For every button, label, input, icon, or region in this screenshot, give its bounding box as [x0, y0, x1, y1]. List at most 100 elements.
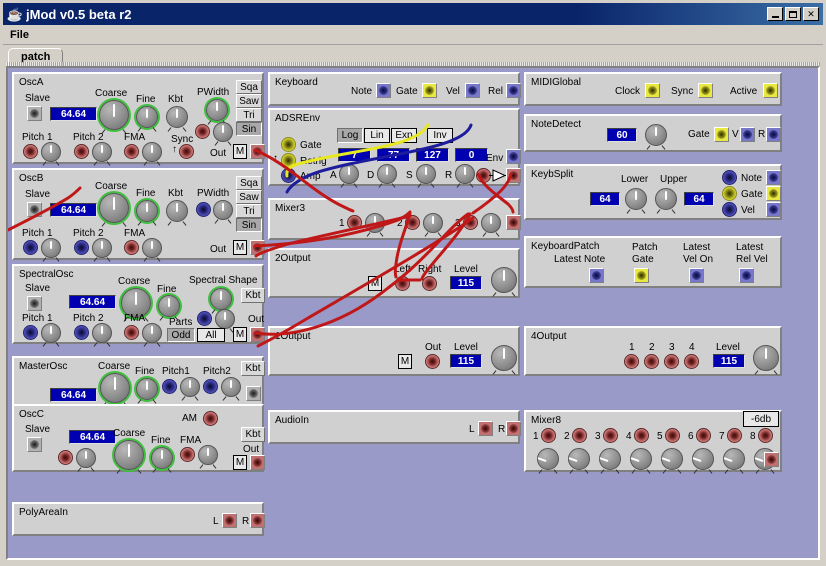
mixer8-ch2-jack[interactable]	[572, 428, 587, 443]
output4-level-knob[interactable]	[753, 345, 779, 375]
adsrEnv-curve-lin[interactable]: Lin	[364, 128, 390, 143]
oscA-out-jack[interactable]	[250, 144, 265, 159]
adsrEnv-sustain-knob[interactable]	[416, 164, 436, 188]
spectralOsc-shape-mod-knob[interactable]	[215, 309, 235, 333]
mixer8-ch8-jack[interactable]	[758, 428, 773, 443]
adsrEnv-decay-knob[interactable]	[377, 164, 397, 188]
module-audioIn[interactable]: AudioIn L R	[268, 410, 521, 444]
mixer8-ch2-knob[interactable]	[568, 448, 590, 474]
output2-right-jack[interactable]	[422, 276, 437, 291]
oscB-fma-jack[interactable]	[124, 240, 139, 255]
keybSplit-note-out-jack[interactable]	[766, 170, 781, 185]
oscA-pwidth-knob[interactable]	[206, 99, 228, 125]
oscB-pwidth-knob[interactable]	[213, 200, 233, 224]
keyboardPatch-latest-vel-on-jack[interactable]	[689, 268, 704, 283]
mixer8-ch5-jack[interactable]	[665, 428, 680, 443]
oscB-pitch2-jack[interactable]	[74, 240, 89, 255]
noteDetect-v-jack[interactable]	[740, 127, 755, 142]
spectralOsc-parts-odd[interactable]: Odd	[167, 328, 195, 342]
keybSplit-lower-knob[interactable]	[625, 188, 647, 214]
oscC-am-jack[interactable]	[203, 411, 218, 426]
adsrEnv-amp-jack[interactable]	[281, 168, 296, 183]
mixer8-ch3-jack[interactable]	[603, 428, 618, 443]
oscB-mono-button[interactable]: M	[233, 240, 247, 255]
spectralOsc-shape-knob[interactable]	[210, 288, 232, 314]
oscA-fma-jack[interactable]	[124, 144, 139, 159]
spectralOsc-mono-button[interactable]: M	[233, 327, 247, 342]
spectralOsc-parts-all[interactable]: All	[197, 328, 225, 342]
oscB-pitch1-knob[interactable]	[41, 238, 61, 262]
adsrEnv-release-knob[interactable]	[455, 164, 475, 188]
masterOsc-pitch2-jack[interactable]	[203, 379, 218, 394]
noteDetect-value-field[interactable]: 60	[607, 128, 637, 142]
mixer8-db-button[interactable]: -6db	[743, 411, 779, 427]
masterOsc-fine-knob[interactable]	[136, 378, 158, 404]
oscA-pitch1-jack[interactable]	[23, 144, 38, 159]
module-spectralOsc[interactable]: SpectralOsc Slave 64.64 Coarse Fine Spec…	[12, 264, 265, 347]
adsrEnv-attack-value[interactable]: 7	[338, 148, 371, 162]
spectralOsc-fma-knob[interactable]	[142, 323, 162, 347]
menu-item-file[interactable]: File	[3, 27, 36, 43]
module-mixer8[interactable]: Mixer8 1 2 3 4 5 6 7 8 -6db	[524, 410, 782, 474]
maximize-button[interactable]	[785, 7, 801, 21]
adsrEnv-curve-log[interactable]: Log	[337, 128, 363, 143]
oscA-wave-sqa[interactable]: Sqa	[236, 80, 262, 94]
midiGlobal-clock-jack[interactable]	[645, 83, 660, 98]
mixer8-out-jack[interactable]	[764, 452, 779, 467]
oscC-fma-knob[interactable]	[198, 445, 218, 469]
adsrEnv-retrig-jack[interactable]	[281, 153, 296, 168]
adsrEnv-decay-value[interactable]: 77	[377, 148, 410, 162]
oscA-wave-saw[interactable]: Saw	[236, 94, 262, 108]
oscB-wave-saw[interactable]: Saw	[236, 190, 262, 204]
oscC-fma-jack[interactable]	[180, 447, 195, 462]
output4-ch3-jack[interactable]	[664, 354, 679, 369]
oscC-out-jack[interactable]	[250, 455, 265, 470]
keyboard-rel-jack[interactable]	[506, 83, 521, 98]
spectralOsc-out-jack[interactable]	[250, 327, 265, 342]
module-noteDetect[interactable]: NoteDetect 60 Gate V R	[524, 114, 782, 152]
output1-mono-button[interactable]: M	[398, 354, 412, 369]
oscB-slave-jack[interactable]	[27, 202, 42, 217]
oscC-slave-mod-jack[interactable]	[58, 450, 73, 465]
oscC-coarse-knob[interactable]	[114, 440, 144, 474]
adsrEnv-attack-knob[interactable]	[339, 164, 359, 188]
oscA-coarse-knob[interactable]	[99, 100, 129, 134]
masterOsc-pitch2-knob[interactable]	[221, 377, 241, 401]
spectralOsc-pitch2-knob[interactable]	[92, 323, 112, 347]
module-output4[interactable]: 4Output 1 2 3 4 Level 115	[524, 326, 782, 376]
adsrEnv-gate-jack[interactable]	[281, 137, 296, 152]
keyboardPatch-patch-gate-jack[interactable]	[634, 268, 649, 283]
masterOsc-value-field[interactable]: 64.64	[50, 388, 97, 402]
spectralOsc-shape-mod-jack[interactable]	[197, 311, 212, 326]
mixer8-ch1-knob[interactable]	[537, 448, 559, 474]
oscA-slave-jack[interactable]	[27, 106, 42, 121]
oscA-sync-jack[interactable]	[179, 144, 194, 159]
adsrEnv-inv-button[interactable]: Inv	[427, 128, 453, 143]
noteDetect-gate-jack[interactable]	[714, 127, 729, 142]
module-polyAreaIn[interactable]: PolyAreaIn L R	[12, 502, 265, 536]
mixer8-ch7-knob[interactable]	[723, 448, 745, 474]
masterOsc-pitch1-knob[interactable]	[180, 377, 200, 401]
spectralOsc-pitch1-jack[interactable]	[23, 325, 38, 340]
output4-level-value[interactable]: 115	[713, 354, 745, 368]
oscB-pitch2-knob[interactable]	[92, 238, 112, 262]
module-keybSplit[interactable]: KeybSplit Lower 64 Upper 64 Note Gate Ve…	[524, 164, 782, 220]
oscC-value-field[interactable]: 64.64	[69, 430, 116, 444]
oscB-coarse-knob[interactable]	[99, 193, 129, 227]
spectralOsc-fma-jack[interactable]	[124, 325, 139, 340]
minimize-button[interactable]	[767, 7, 783, 21]
module-masterOsc[interactable]: MasterOsc 64.64 Coarse Fine Pitch1 Pitch…	[12, 356, 265, 408]
module-oscB[interactable]: OscB Slave 64.64 Coarse Fine Kbt PWidth …	[12, 168, 265, 262]
oscB-fine-knob[interactable]	[136, 200, 158, 226]
mixer3-ch1-jack[interactable]	[347, 215, 362, 230]
mixer3-ch3-jack[interactable]	[463, 215, 478, 230]
adsrEnv-env-jack[interactable]	[506, 149, 521, 164]
masterOsc-pitch1-jack[interactable]	[162, 379, 177, 394]
module-output1[interactable]: 1Output M Out Level 115	[268, 326, 520, 376]
output2-level-value[interactable]: 115	[450, 276, 482, 290]
module-oscC[interactable]: OscC Slave 64.64 Coarse Fine AM FMA Kbt …	[12, 404, 265, 474]
oscA-pwidth-mod-knob[interactable]	[213, 122, 233, 146]
oscA-wave-tri[interactable]: Tri	[236, 108, 262, 122]
oscA-value-field[interactable]: 64.64	[50, 107, 97, 121]
spectralOsc-pitch1-knob[interactable]	[41, 323, 61, 347]
